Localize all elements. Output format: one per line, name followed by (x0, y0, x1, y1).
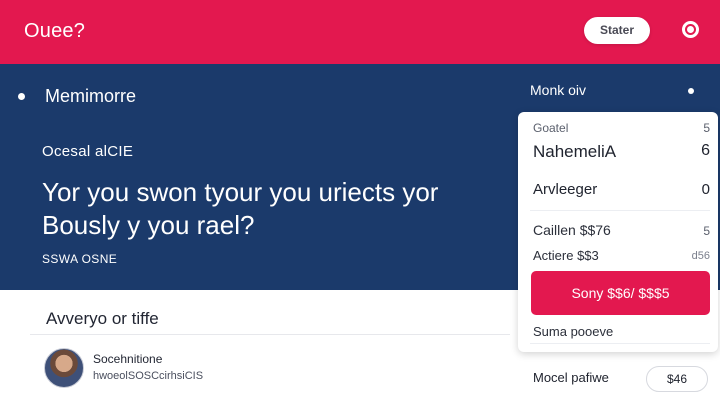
hero-headline: Yor you swon tyour you uriects yor Bousl… (42, 177, 439, 240)
secondary-link[interactable]: Suma pooeve (533, 324, 613, 339)
avatar[interactable] (44, 348, 84, 388)
primary-cta-button[interactable]: Sony $$6/ $$$5 (531, 271, 710, 315)
summary-row-label: Goatel (533, 121, 569, 135)
more-dot-icon[interactable] (688, 88, 694, 94)
side-panel-header: Monk oiv (530, 82, 587, 98)
start-button[interactable]: Stater (584, 17, 650, 44)
summary-row-label: Arvleeger (533, 181, 598, 198)
summary-row-value: 5 (703, 121, 710, 135)
hero-subtitle: Ocesal alCIE (42, 143, 134, 160)
summary-row-value: d56 (691, 250, 710, 262)
hero-caption: SSWA OSNE (42, 252, 118, 266)
section-divider (30, 334, 510, 335)
bottom-label: Mocel pafiwe (533, 370, 609, 385)
bullet-dot-icon (18, 93, 25, 100)
person-meta: hwoeolSOSCcirhsiCIS (93, 370, 204, 382)
summary-row-label: Actiere $$3 (533, 248, 599, 263)
summary-row-value: 0 (701, 181, 710, 198)
hero-title: Memimorre (45, 86, 137, 106)
bottom-value-pill[interactable]: $46 (646, 366, 708, 392)
summary-divider (530, 343, 710, 344)
summary-row-label: Caillen $$76 (533, 222, 611, 238)
person-name[interactable]: Socehnitione (93, 352, 162, 366)
summary-row-value: 5 (703, 224, 710, 238)
summary-row-label: NahemeliA (533, 142, 617, 161)
target-icon[interactable] (682, 21, 699, 38)
app-brand[interactable]: Ouee? (24, 20, 85, 43)
summary-row-value: 6 (701, 142, 710, 159)
section-title: Avveryo or tiffe (46, 309, 159, 328)
summary-divider (530, 210, 710, 211)
